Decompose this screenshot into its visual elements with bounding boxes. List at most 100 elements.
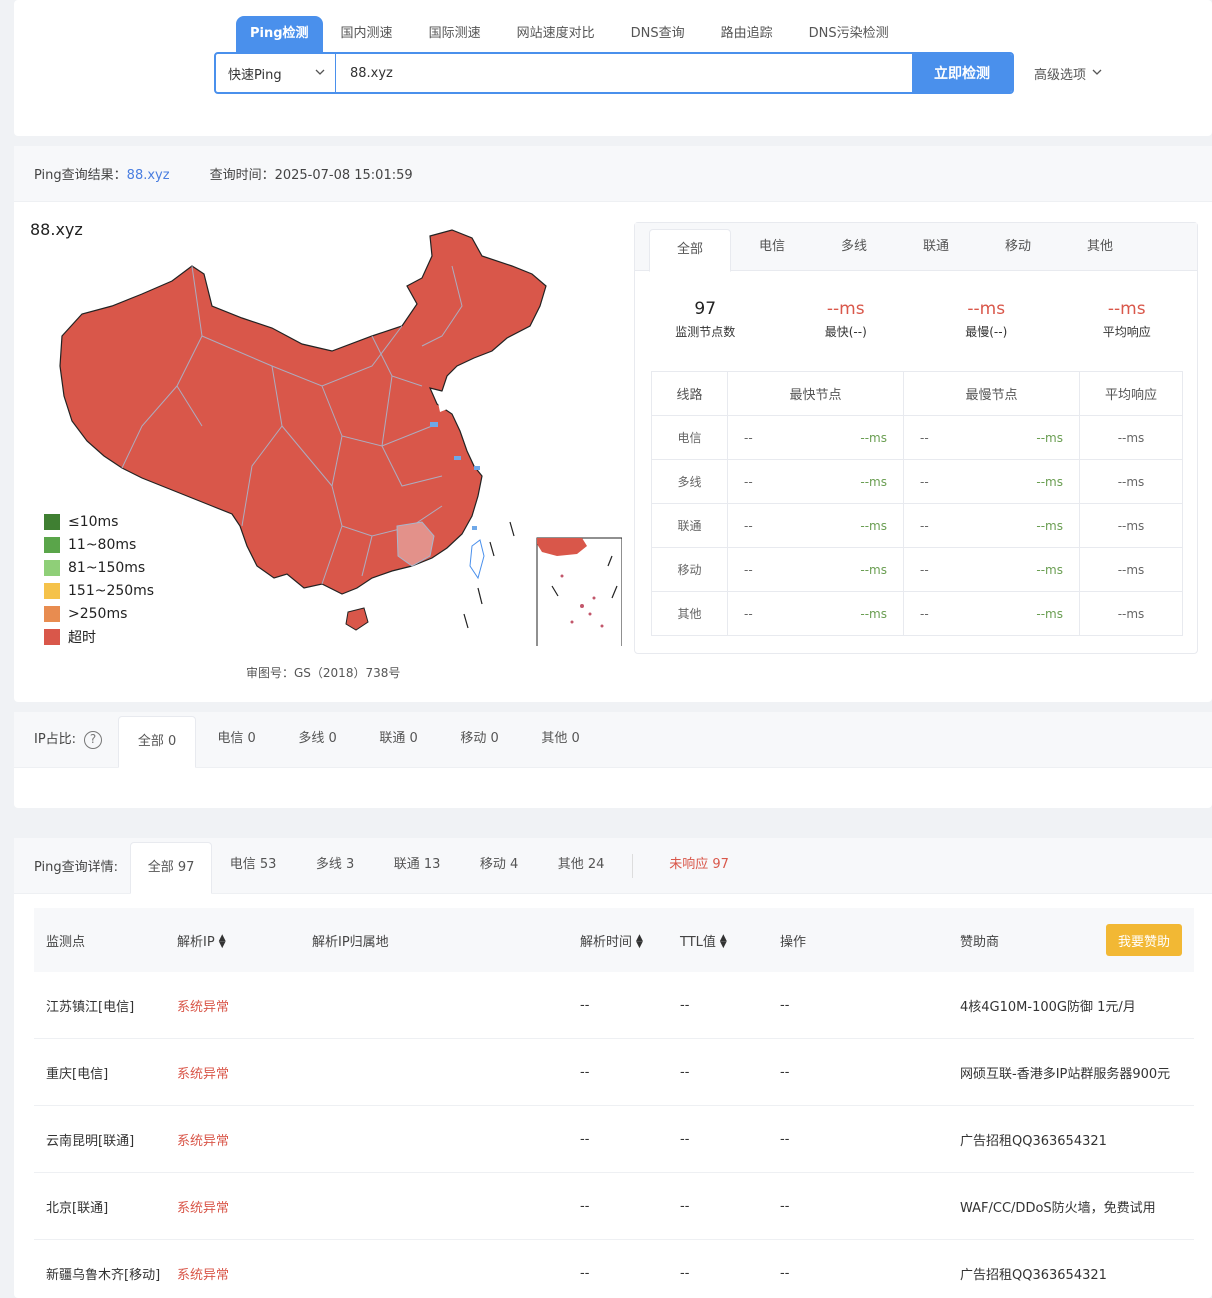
- operation: --: [780, 997, 790, 1013]
- tab-ping[interactable]: Ping检测: [236, 16, 323, 54]
- tab-traceroute[interactable]: 路由追踪: [703, 16, 791, 54]
- sort-icon[interactable]: ▲ ▼: [636, 934, 643, 950]
- stats-tab-multiline[interactable]: 多线: [813, 223, 895, 270]
- fastest-node: --: [744, 518, 753, 533]
- stat-node-count: 97 监测节点数: [645, 299, 765, 340]
- stats-tab-all[interactable]: 全部: [649, 229, 731, 272]
- stats-panel: 全部 电信 多线 联通 移动 其他 97 监测节点数 --ms 最快(--) -…: [634, 222, 1198, 654]
- column-header: 解析时间: [580, 934, 633, 950]
- fastest-ms: --ms: [860, 562, 887, 577]
- column-header: 最慢节点: [903, 371, 1080, 416]
- table-row: 联通 -- --ms -- --ms --ms: [651, 503, 1183, 548]
- result-header: Ping查询结果：88.xyz 查询时间：2025-07-08 15:01:59: [14, 146, 1212, 202]
- stats-tab-telecom[interactable]: 电信: [731, 223, 813, 270]
- tab-intl-speed[interactable]: 国际测速: [411, 16, 499, 54]
- sponsor-link[interactable]: WAF/CC/DDoS防火墙，免费试用: [960, 1197, 1194, 1216]
- ip-tab-telecom[interactable]: 电信 0: [196, 711, 277, 767]
- slowest-node: --: [920, 430, 929, 445]
- legend-swatch: [44, 628, 60, 645]
- detail-tab-multiline[interactable]: 多线 3: [294, 837, 376, 893]
- stats-tab-mobile[interactable]: 移动: [977, 223, 1059, 270]
- column-header-ttl[interactable]: TTL值 ▲ ▼: [680, 931, 780, 950]
- tab-dns-pollution[interactable]: DNS污染检测: [791, 16, 907, 54]
- stat-label: 平均响应: [1102, 325, 1151, 339]
- slowest-ms: --ms: [1036, 606, 1063, 621]
- slowest-node: --: [920, 606, 929, 621]
- submit-button[interactable]: 立即检测: [912, 54, 1012, 92]
- stat-fastest: --ms 最快(--): [786, 299, 906, 340]
- average-ms: --ms: [1079, 547, 1183, 592]
- monitor-node: 云南昆明[联通]: [46, 1133, 135, 1149]
- average-ms: --ms: [1079, 503, 1183, 548]
- column-header-ip[interactable]: 解析IP ▲ ▼: [177, 931, 312, 950]
- column-header: 操作: [780, 934, 807, 950]
- fastest-ms: --ms: [860, 606, 887, 621]
- fastest-ms: --ms: [860, 518, 887, 533]
- line-name: 其他: [651, 591, 728, 636]
- stat-value: --ms: [826, 299, 865, 319]
- line-name: 多线: [651, 459, 728, 504]
- sort-icon[interactable]: ▲ ▼: [720, 934, 727, 950]
- column-header: 线路: [651, 371, 728, 416]
- resolved-ip: 系统异常: [177, 999, 230, 1015]
- detail-tab-unicom[interactable]: 联通 13: [376, 837, 458, 893]
- fastest-node: --: [744, 562, 753, 577]
- sponsor-link[interactable]: 网硕互联-香港多IP站群服务器900元: [960, 1063, 1194, 1082]
- detail-tab-other[interactable]: 其他 24: [540, 837, 622, 893]
- resolved-ip: 系统异常: [177, 1200, 230, 1216]
- tab-divider: [632, 853, 634, 878]
- sponsor-link[interactable]: 4核4G10M-100G防御 1元/月: [960, 996, 1194, 1015]
- advanced-options[interactable]: 高级选项: [1034, 64, 1102, 83]
- fastest-ms: --ms: [860, 430, 887, 445]
- column-header: 最快节点: [727, 371, 904, 416]
- sponsor-link[interactable]: 广告招租QQ363654321: [960, 1264, 1194, 1283]
- details-header: Ping查询详情: 全部 97 电信 53 多线 3 联通 13 移动 4 其他…: [14, 838, 1212, 894]
- tab-dns-query[interactable]: DNS查询: [613, 16, 703, 54]
- fastest-ms: --ms: [860, 474, 887, 489]
- ip-tab-mobile[interactable]: 移动 0: [439, 711, 520, 767]
- table-row: 江苏镇江[电信] 系统异常 -- -- -- 4核4G10M-100G防御 1元…: [34, 972, 1194, 1039]
- stats-tab-unicom[interactable]: 联通: [895, 223, 977, 270]
- ping-mode-select[interactable]: 快速Ping: [216, 54, 336, 92]
- detail-tab-mobile[interactable]: 移动 4: [458, 837, 540, 893]
- table-row: 其他 -- --ms -- --ms --ms: [651, 591, 1183, 636]
- tab-site-compare[interactable]: 网站速度对比: [499, 16, 613, 54]
- ip-tab-multiline[interactable]: 多线 0: [277, 711, 358, 767]
- table-row: 北京[联通] 系统异常 -- -- -- WAF/CC/DDoS防火墙，免费试用: [34, 1173, 1194, 1240]
- operation: --: [780, 1131, 790, 1147]
- domain-input[interactable]: [336, 54, 912, 92]
- ip-ratio-label: IP占比:: [34, 731, 77, 747]
- latency-legend: ≤10ms 11~80ms 81~150ms 151~250ms >250ms …: [44, 510, 154, 648]
- ip-tab-unicom[interactable]: 联通 0: [358, 711, 439, 767]
- legend-label: 超时: [68, 629, 96, 646]
- legend-swatch: [44, 559, 60, 576]
- ping-mode-value: 快速Ping: [228, 67, 282, 83]
- detail-tab-all[interactable]: 全部 97: [130, 842, 213, 894]
- help-icon[interactable]: ?: [84, 730, 103, 749]
- stats-tab-other[interactable]: 其他: [1059, 223, 1141, 270]
- resolve-time: --: [580, 1198, 590, 1214]
- sponsor-link[interactable]: 广告招租QQ363654321: [960, 1130, 1194, 1149]
- sponsor-button[interactable]: 我要赞助: [1106, 924, 1182, 956]
- column-header: TTL值: [680, 934, 716, 950]
- ip-tab-all[interactable]: 全部 0: [118, 716, 197, 768]
- ip-tab-other[interactable]: 其他 0: [520, 711, 601, 767]
- legend-item: 151~250ms: [44, 579, 154, 602]
- operation: --: [780, 1198, 790, 1214]
- column-header-time[interactable]: 解析时间 ▲ ▼: [580, 931, 680, 950]
- legend-item: 81~150ms: [44, 556, 154, 579]
- result-domain-link[interactable]: 88.xyz: [127, 168, 170, 183]
- tab-domestic-speed[interactable]: 国内测速: [323, 16, 411, 54]
- ip-ratio-header: IP占比: ? 全部 0 电信 0 多线 0 联通 0 移动 0 其他 0: [14, 712, 1212, 768]
- detail-tab-telecom[interactable]: 电信 53: [212, 837, 294, 893]
- resolve-time: --: [580, 1064, 590, 1080]
- fastest-node: --: [744, 606, 753, 621]
- result-card: Ping查询结果：88.xyz 查询时间：2025-07-08 15:01:59…: [14, 146, 1212, 702]
- resolved-ip: 系统异常: [177, 1066, 230, 1082]
- detail-tab-no-response[interactable]: 未响应 97: [649, 837, 749, 893]
- monitor-node: 新疆乌鲁木齐[移动]: [46, 1267, 161, 1283]
- stat-value: --ms: [967, 299, 1006, 319]
- ttl-value: --: [680, 997, 690, 1013]
- stat-label: 监测节点数: [675, 325, 736, 339]
- sort-icon[interactable]: ▲ ▼: [219, 934, 226, 950]
